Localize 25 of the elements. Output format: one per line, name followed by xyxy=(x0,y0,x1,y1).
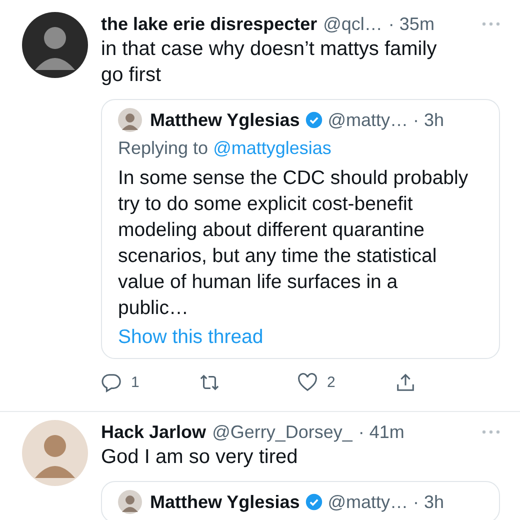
avatar-icon xyxy=(118,108,142,132)
tweet-time[interactable]: · 41m xyxy=(358,420,404,444)
user-handle[interactable]: @qcl… xyxy=(323,12,382,36)
heart-icon[interactable] xyxy=(297,372,318,392)
tweet-text: in that case why doesn’t mattys family go first xyxy=(101,37,438,88)
reply-icon[interactable] xyxy=(101,372,122,392)
avatar-icon[interactable] xyxy=(22,12,88,78)
tweet-text: God I am so very tired xyxy=(101,445,299,470)
user-handle[interactable]: @Gerry_Dorsey_ xyxy=(212,420,352,444)
tweet-time: · 3h xyxy=(413,491,444,514)
user-name: Matthew Yglesias xyxy=(150,109,300,132)
replying-label: Replying to xyxy=(118,138,208,158)
quote-card[interactable]: Matthew Yglesias @matty… · 3h xyxy=(101,481,500,520)
share-icon[interactable] xyxy=(395,372,416,392)
action-count: 1 xyxy=(131,374,140,390)
tweet-time: · 3h xyxy=(413,109,444,132)
avatar-icon xyxy=(118,490,142,514)
user-name[interactable]: the lake erie disrespecter xyxy=(101,12,318,36)
action-count: 2 xyxy=(327,374,336,390)
user-handle: @matty… xyxy=(328,491,408,514)
user-name: Matthew Yglesias xyxy=(150,491,300,514)
user-handle: @matty… xyxy=(328,109,408,132)
quoted-text: In some sense the CDC should probably try to do some explicit cost-benefit modeling about different quarantine scenarios, but any time the statistical value of human life surfaces in a public… xyxy=(118,166,470,321)
user-name[interactable]: Hack Jarlow xyxy=(101,420,206,444)
tweet-time[interactable]: · 35m xyxy=(388,12,434,36)
